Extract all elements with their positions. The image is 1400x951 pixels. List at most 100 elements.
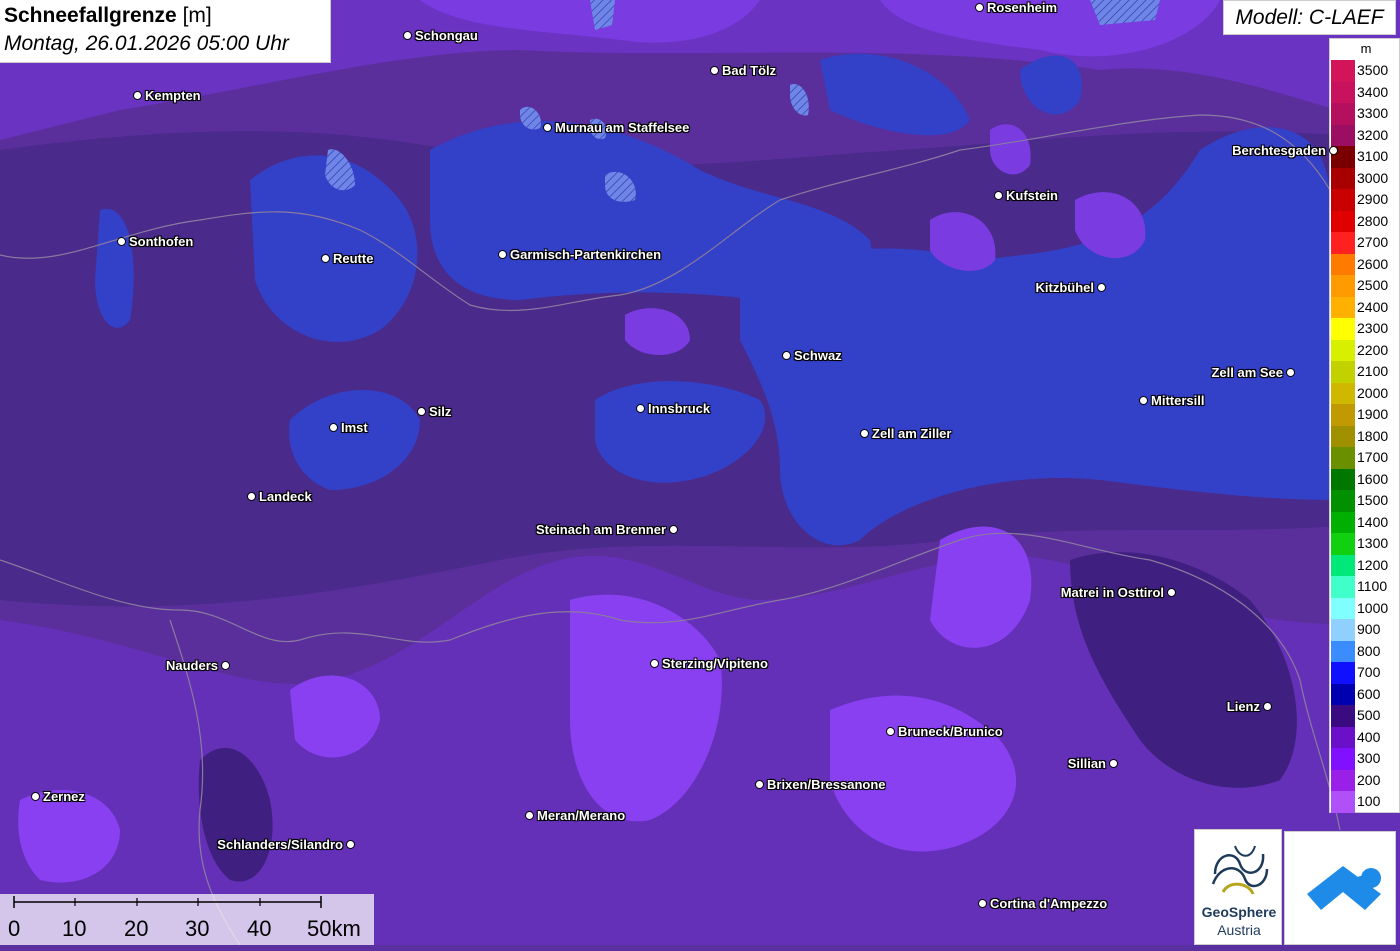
city-marker[interactable]: Schongau	[403, 28, 481, 43]
legend-swatch	[1331, 748, 1355, 770]
legend-row: 1800	[1330, 425, 1400, 447]
city-marker[interactable]: Zell am Ziller	[860, 426, 954, 441]
city-label: Bruneck/Brunico	[898, 724, 1003, 739]
legend-label: 2800	[1357, 212, 1389, 229]
legend-row: 1700	[1330, 447, 1400, 469]
legend-swatch	[1331, 361, 1355, 383]
city-dot-icon	[636, 404, 645, 413]
city-marker[interactable]: Zell am See	[1208, 365, 1295, 380]
city-dot-icon	[525, 811, 534, 820]
legend-label: 300	[1357, 750, 1381, 766]
city-dot-icon	[1329, 146, 1338, 155]
legend-label: 2000	[1357, 384, 1389, 401]
city-marker[interactable]: Landeck	[247, 489, 315, 504]
city-dot-icon	[994, 191, 1003, 200]
legend-swatch	[1331, 318, 1355, 340]
city-label: Berchtesgaden	[1232, 143, 1326, 158]
legend-swatch	[1331, 339, 1355, 361]
city-marker[interactable]: Kempten	[133, 88, 204, 103]
city-dot-icon	[1167, 588, 1176, 597]
snowline-map[interactable]	[0, 0, 1400, 945]
city-label: Nauders	[165, 658, 218, 673]
city-dot-icon	[1139, 396, 1148, 405]
legend-row: 1900	[1330, 404, 1400, 426]
city-marker[interactable]: Mittersill	[1139, 393, 1207, 408]
city-label: Sillian	[1067, 756, 1106, 771]
legend-swatch	[1331, 490, 1355, 512]
city-marker[interactable]: Innsbruck	[636, 401, 713, 416]
city-label: Murnau am Staffelsee	[555, 120, 690, 135]
legend-swatch	[1331, 232, 1355, 254]
legend-swatch	[1331, 468, 1355, 490]
scale-bar: 0 10 20 30 40 50km	[0, 894, 374, 945]
city-dot-icon	[247, 492, 256, 501]
legend-swatch	[1331, 769, 1355, 791]
legend-label: 1400	[1357, 513, 1389, 530]
legend-row: 100	[1330, 791, 1400, 813]
city-marker[interactable]: Garmisch-Partenkirchen	[498, 247, 664, 262]
city-marker[interactable]: Sillian	[1065, 756, 1118, 771]
legend-row: 2500	[1330, 275, 1400, 297]
city-marker[interactable]: Schlanders/Silandro	[214, 837, 355, 852]
city-marker[interactable]: Nauders	[163, 658, 230, 673]
legend-row: 2200	[1330, 339, 1400, 361]
legend-swatch	[1331, 275, 1355, 297]
legend-unit: m	[1360, 41, 1372, 56]
legend-row: 3200	[1330, 124, 1400, 146]
legend-swatch	[1331, 705, 1355, 727]
city-dot-icon	[1109, 759, 1118, 768]
city-dot-icon	[710, 66, 719, 75]
city-marker[interactable]: Zernez	[31, 789, 88, 804]
city-marker[interactable]: Cortina d'Ampezzo	[978, 896, 1110, 911]
city-marker[interactable]: Kufstein	[994, 188, 1061, 203]
legend-swatch	[1331, 189, 1355, 211]
legend-swatch	[1331, 404, 1355, 426]
city-marker[interactable]: Silz	[417, 404, 454, 419]
city-dot-icon	[329, 423, 338, 432]
legend-label: 100	[1357, 793, 1381, 809]
city-marker[interactable]: Reutte	[321, 251, 376, 266]
city-marker[interactable]: Berchtesgaden	[1229, 143, 1338, 158]
legend-swatch	[1331, 640, 1355, 662]
city-marker[interactable]: Kitzbühel	[1033, 280, 1106, 295]
city-marker[interactable]: Murnau am Staffelsee	[543, 120, 692, 135]
city-marker[interactable]: Sonthofen	[117, 234, 196, 249]
city-marker[interactable]: Schwaz	[782, 348, 845, 363]
city-marker[interactable]: Steinach am Brenner	[533, 522, 678, 537]
legend-label: 200	[1357, 771, 1381, 788]
city-label: Cortina d'Ampezzo	[990, 896, 1108, 911]
weather-app-logo[interactable]	[1284, 831, 1396, 945]
city-label: Zell am Ziller	[872, 426, 952, 441]
city-marker[interactable]: Bad Tölz	[710, 63, 779, 78]
city-dot-icon	[321, 254, 330, 263]
city-marker[interactable]: Bruneck/Brunico	[886, 724, 1006, 739]
legend-label: 2600	[1357, 255, 1389, 272]
geosphere-logo[interactable]: GeoSphere Austria	[1194, 829, 1282, 945]
city-marker[interactable]: Matrei in Osttirol	[1058, 585, 1176, 600]
legend-label: 1300	[1357, 535, 1389, 551]
legend-label: 700	[1357, 664, 1381, 680]
legend-row: 3100	[1330, 146, 1400, 168]
legend-label: 1000	[1357, 599, 1389, 616]
scale-label-40: 40	[247, 916, 272, 941]
legend-row: 200	[1330, 769, 1400, 791]
legend-label: 2400	[1357, 298, 1389, 315]
legend-row: 1000	[1330, 597, 1400, 619]
city-marker[interactable]: Meran/Merano	[525, 808, 628, 823]
legend-swatch	[1331, 726, 1355, 748]
legend-row: 3300	[1330, 103, 1400, 125]
city-marker[interactable]: Lienz	[1224, 699, 1272, 714]
city-marker[interactable]: Brixen/Bressanone	[755, 777, 889, 792]
city-marker[interactable]: Rosenheim	[975, 0, 1060, 15]
city-label: Innsbruck	[648, 401, 711, 416]
city-marker[interactable]: Imst	[329, 420, 371, 435]
legend-row: 600	[1330, 683, 1400, 705]
legend-row: 2000	[1330, 382, 1400, 404]
title-unit: [m]	[176, 4, 212, 27]
legend-swatch	[1331, 103, 1355, 125]
legend-label: 2700	[1357, 234, 1389, 250]
legend-swatch	[1331, 210, 1355, 232]
city-label: Kufstein	[1006, 188, 1058, 203]
city-marker[interactable]: Sterzing/Vipiteno	[650, 656, 771, 671]
legend-row: 1400	[1330, 511, 1400, 533]
